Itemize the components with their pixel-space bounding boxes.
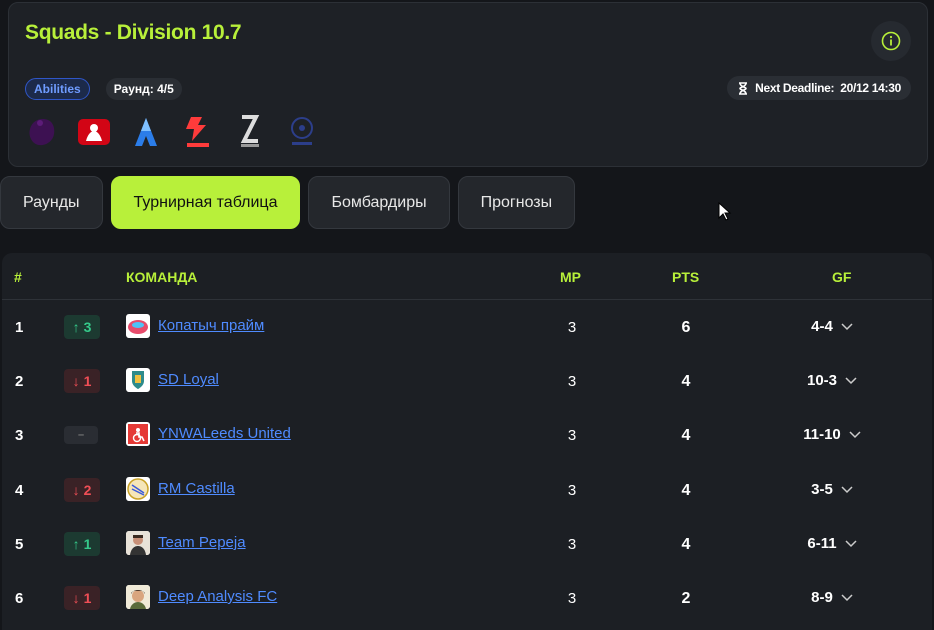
team-logo <box>126 531 150 555</box>
points: 4 <box>681 373 691 390</box>
goals-value: 4-4 <box>811 318 833 335</box>
row-position: 4 <box>15 482 24 499</box>
rank-change-badge: ↑ 3 <box>64 315 100 339</box>
chevron-down-icon <box>841 322 853 330</box>
col-team-header: КОМАНДА <box>126 269 198 285</box>
matches-played: 3 <box>567 590 577 607</box>
deadline-badge: Next Deadline: 20/12 14:30 <box>727 76 911 100</box>
team-name-link[interactable]: SD Loyal <box>158 371 219 388</box>
goals-cell[interactable]: 10-3 <box>792 372 872 389</box>
table-row[interactable]: 2 ↓ 1 SD Loyal 3 4 10-3 <box>2 354 932 408</box>
laliga-icon[interactable] <box>181 115 215 149</box>
division-header-card: Squads - Division 10.7 Abilities Раунд: … <box>8 2 928 167</box>
hourglass-icon <box>739 81 748 95</box>
rank-change-badge: ↑ 1 <box>64 532 100 556</box>
row-position: 2 <box>15 373 24 390</box>
champions-league-icon[interactable] <box>285 115 319 149</box>
goals-value: 11-10 <box>803 426 841 443</box>
rank-change-badge: ↓ 1 <box>64 586 100 610</box>
goals-value: 8-9 <box>811 589 833 606</box>
goals-value: 10-3 <box>806 372 838 389</box>
rank-change-badge: ↓ 2 <box>64 478 100 502</box>
tab-bar: Раунды Турнирная таблица Бомбардиры Прог… <box>0 176 576 229</box>
table-row[interactable]: 6 ↓ 1 Deep Analysis FC 3 2 8-9 <box>2 571 932 625</box>
col-pts-header: PTS <box>672 269 700 285</box>
rank-change-badge: ↓ 1 <box>64 369 100 393</box>
team-name-link[interactable]: Team Pepeja <box>158 534 246 551</box>
deadline-value: 20/12 14:30 <box>840 81 901 95</box>
goals-cell[interactable]: 4-4 <box>792 318 872 335</box>
row-position: 5 <box>15 536 24 553</box>
chevron-down-icon <box>841 593 853 601</box>
points: 6 <box>681 319 691 336</box>
team-name-link[interactable]: YNWALeeds United <box>158 425 291 442</box>
team-logo <box>126 477 150 501</box>
points: 4 <box>681 427 691 444</box>
goals-cell[interactable]: 11-10 <box>792 426 872 443</box>
row-position: 3 <box>15 427 24 444</box>
bundesliga-icon[interactable] <box>77 115 111 149</box>
abilities-badge[interactable]: Abilities <box>25 78 90 100</box>
goals-cell[interactable]: 6-11 <box>792 535 872 552</box>
team-logo <box>126 368 150 392</box>
chevron-down-icon <box>845 376 857 384</box>
standings-table: # КОМАНДА MP PTS GF 1 ↑ 3 Копатыч прайм 3… <box>2 253 932 630</box>
arrow-down-icon: ↓ <box>72 482 80 498</box>
row-position: 6 <box>15 590 24 607</box>
points: 4 <box>681 482 691 499</box>
table-row[interactable]: 4 ↓ 2 RM Castilla 3 4 3-5 <box>2 463 932 517</box>
premier-league-icon[interactable] <box>25 115 59 149</box>
table-row[interactable]: 1 ↑ 3 Копатыч прайм 3 6 4-4 <box>2 300 932 354</box>
arrow-down-icon: ↓ <box>72 590 80 606</box>
tab-rounds[interactable]: Раунды <box>0 176 103 229</box>
header-badges: Abilities Раунд: 4/5 <box>25 78 182 100</box>
tab-standings[interactable]: Турнирная таблица <box>110 176 301 229</box>
matches-played: 3 <box>567 373 577 390</box>
chevron-down-icon <box>845 539 857 547</box>
arrow-down-icon: ↓ <box>72 373 80 389</box>
points: 4 <box>681 536 691 553</box>
serie-a-icon[interactable] <box>233 115 267 149</box>
team-logo <box>126 422 150 446</box>
col-gf-header: GF <box>832 269 852 285</box>
info-icon <box>881 31 901 51</box>
chevron-down-icon <box>849 430 861 438</box>
goals-value: 3-5 <box>811 481 833 498</box>
row-position: 1 <box>15 319 24 336</box>
info-button[interactable] <box>871 21 911 61</box>
matches-played: 3 <box>567 319 577 336</box>
matches-played: 3 <box>567 482 577 499</box>
team-logo <box>126 314 150 338</box>
goals-cell[interactable]: 8-9 <box>792 589 872 606</box>
tab-predictions[interactable]: Прогнозы <box>457 176 576 229</box>
matches-played: 3 <box>567 536 577 553</box>
table-row[interactable]: 3 – YNWALeeds United 3 4 11-10 <box>2 408 932 462</box>
ligue1-icon[interactable] <box>129 115 163 149</box>
league-logos <box>25 115 319 149</box>
goals-value: 6-11 <box>807 535 837 552</box>
table-header: # КОМАНДА MP PTS GF <box>2 253 932 300</box>
goals-cell[interactable]: 3-5 <box>792 481 872 498</box>
mouse-cursor-icon <box>718 202 732 221</box>
arrow-up-icon: ↑ <box>72 536 80 552</box>
col-mp-header: MP <box>560 269 581 285</box>
rank-change-badge: – <box>64 426 98 444</box>
round-badge: Раунд: 4/5 <box>105 78 182 100</box>
team-name-link[interactable]: RM Castilla <box>158 480 235 497</box>
points: 2 <box>681 590 691 607</box>
team-name-link[interactable]: Deep Analysis FC <box>158 588 277 605</box>
team-logo <box>126 585 150 609</box>
deadline-label: Next Deadline: <box>755 81 835 95</box>
col-pos-header: # <box>14 269 22 285</box>
matches-played: 3 <box>567 427 577 444</box>
chevron-down-icon <box>841 485 853 493</box>
page-title: Squads - Division 10.7 <box>25 21 242 44</box>
table-row[interactable]: 5 ↑ 1 Team Pepeja 3 4 6-11 <box>2 517 932 571</box>
arrow-up-icon: ↑ <box>72 319 80 335</box>
team-name-link[interactable]: Копатыч прайм <box>158 317 264 334</box>
tab-scorers[interactable]: Бомбардиры <box>308 176 450 229</box>
